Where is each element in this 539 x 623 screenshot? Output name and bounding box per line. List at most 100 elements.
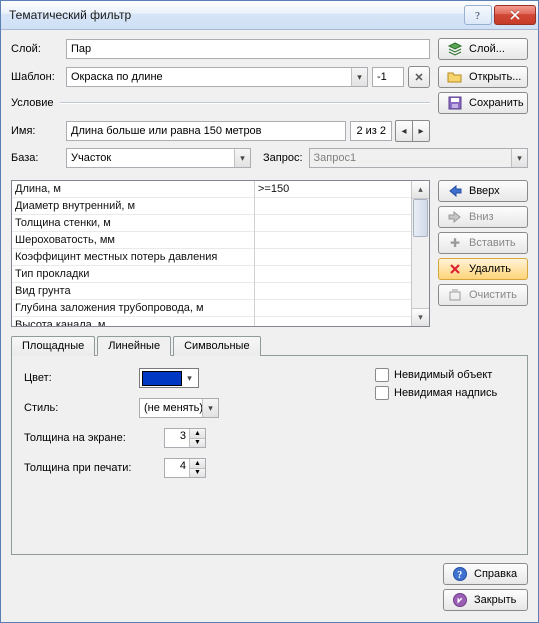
layer-button-label: Слой...: [469, 43, 505, 55]
help-titlebar-button[interactable]: ?: [464, 5, 492, 25]
delete-button[interactable]: Удалить: [438, 258, 528, 280]
table-row[interactable]: Толщина стенки, м: [12, 215, 254, 232]
open-button-label: Открыть...: [469, 71, 521, 83]
spin-down-icon[interactable]: ▼: [190, 469, 205, 478]
table-row[interactable]: Диаметр внутренний, м: [12, 198, 254, 215]
table-row[interactable]: Тип прокладки: [12, 266, 254, 283]
condition-group-label: Условие: [11, 97, 60, 109]
print-thickness-label: Толщина при печати:: [24, 462, 164, 474]
style-label: Стиль:: [24, 402, 139, 414]
screen-thickness-label: Толщина на экране:: [24, 432, 164, 444]
help-button[interactable]: ? Справка: [443, 563, 528, 585]
table-row[interactable]: [255, 232, 411, 249]
save-button-label: Сохранить: [469, 97, 524, 109]
table-row[interactable]: Шероховатость, мм: [12, 232, 254, 249]
layer-input[interactable]: [66, 39, 430, 59]
tab-line[interactable]: Линейные: [97, 336, 171, 356]
tab-panel-line: Цвет: ▾ Стиль: (не менять) ▾ Толщина на …: [11, 355, 528, 555]
invisible-label-checkbox[interactable]: Невидимая надпись: [375, 386, 515, 400]
base-label: База:: [11, 152, 66, 164]
print-thickness-value: 4: [165, 459, 189, 477]
close-titlebar-button[interactable]: [494, 5, 536, 25]
template-index-input[interactable]: [372, 67, 404, 87]
spin-down-icon[interactable]: ▼: [190, 439, 205, 448]
window-title: Тематический фильтр: [9, 8, 462, 22]
open-button[interactable]: Открыть...: [438, 66, 528, 88]
insert-button[interactable]: ✚ Вставить: [438, 232, 528, 254]
nav-next-button[interactable]: ▸: [412, 120, 430, 142]
color-picker[interactable]: ▾: [139, 368, 199, 388]
chevron-down-icon: ▾: [511, 149, 527, 167]
scroll-thumb[interactable]: [413, 199, 428, 237]
nav-prev-button[interactable]: ◂: [395, 120, 412, 142]
tabstrip: Площадные Линейные Символьные: [11, 336, 528, 356]
properties-table[interactable]: Длина, м Диаметр внутренний, м Толщина с…: [11, 180, 430, 327]
spin-up-icon[interactable]: ▲: [190, 429, 205, 439]
x-icon: ✕: [414, 71, 423, 84]
scroll-down-icon[interactable]: ▾: [412, 308, 429, 326]
invisible-object-checkbox[interactable]: Невидимый объект: [375, 368, 515, 382]
tab-symbol[interactable]: Символьные: [173, 336, 261, 356]
layers-icon: [447, 41, 463, 57]
delete-button-label: Удалить: [469, 263, 511, 275]
nav-count: 2 из 2: [350, 121, 392, 141]
layer-label: Слой:: [11, 43, 66, 55]
svg-text:?: ?: [457, 570, 462, 581]
save-button[interactable]: Сохранить: [438, 92, 528, 114]
query-combo[interactable]: Запрос1 ▾: [309, 148, 528, 168]
help-circle-icon: ?: [452, 566, 468, 582]
chevron-down-icon: ▾: [234, 149, 250, 167]
table-row[interactable]: [255, 317, 411, 327]
template-clear-button[interactable]: ✕: [408, 66, 430, 88]
titlebar: Тематический фильтр ?: [1, 1, 538, 30]
screen-thickness-spinner[interactable]: 3 ▲▼: [164, 428, 206, 448]
table-row[interactable]: Вид грунта: [12, 283, 254, 300]
help-button-label: Справка: [474, 568, 517, 580]
print-thickness-spinner[interactable]: 4 ▲▼: [164, 458, 206, 478]
name-input[interactable]: [66, 121, 346, 141]
up-button[interactable]: Вверх: [438, 180, 528, 202]
up-button-label: Вверх: [469, 185, 500, 197]
delete-x-icon: [447, 261, 463, 277]
dialog-window: Тематический фильтр ? Слой: Слой... Ш: [0, 0, 539, 623]
arrow-left-blue-icon: [447, 183, 463, 199]
base-value: Участок: [67, 152, 234, 164]
close-button[interactable]: Закрыть: [443, 589, 528, 611]
down-button[interactable]: Вниз: [438, 206, 528, 228]
template-combo[interactable]: Окраска по длине ▾: [66, 67, 368, 87]
scroll-up-icon[interactable]: ▴: [412, 181, 429, 199]
color-label: Цвет:: [24, 372, 139, 384]
table-row[interactable]: Высота канала, м: [12, 317, 254, 327]
close-circle-icon: [452, 592, 468, 608]
tab-area[interactable]: Площадные: [11, 336, 95, 356]
layer-button[interactable]: Слой...: [438, 38, 528, 60]
clear-button-label: Очистить: [469, 289, 517, 301]
spin-up-icon[interactable]: ▲: [190, 459, 205, 469]
divider: [60, 102, 430, 104]
insert-button-label: Вставить: [469, 237, 516, 249]
scroll-track[interactable]: [412, 237, 429, 308]
table-row[interactable]: Длина, м: [12, 181, 254, 198]
color-swatch: [142, 371, 182, 386]
arrow-right-icon: [447, 209, 463, 225]
nav-buttons: ◂ ▸: [395, 120, 430, 142]
table-row[interactable]: Глубина заложения трубопровода, м: [12, 300, 254, 317]
table-row[interactable]: [255, 249, 411, 266]
style-combo[interactable]: (не менять) ▾: [139, 398, 219, 418]
invisible-label-label: Невидимая надпись: [394, 387, 497, 399]
checkbox-icon: [375, 386, 389, 400]
base-combo[interactable]: Участок ▾: [66, 148, 251, 168]
table-row[interactable]: [255, 283, 411, 300]
table-row[interactable]: Коэффицинт местных потерь давления: [12, 249, 254, 266]
close-button-label: Закрыть: [474, 594, 516, 606]
table-scrollbar[interactable]: ▴ ▾: [411, 181, 429, 326]
table-row[interactable]: [255, 198, 411, 215]
table-row[interactable]: >=150: [255, 181, 411, 198]
screen-thickness-value: 3: [165, 429, 189, 447]
clear-button[interactable]: Очистить: [438, 284, 528, 306]
table-row[interactable]: [255, 266, 411, 283]
table-row[interactable]: [255, 215, 411, 232]
table-row[interactable]: [255, 300, 411, 317]
style-value: (не менять): [140, 402, 202, 414]
name-label: Имя:: [11, 125, 66, 137]
